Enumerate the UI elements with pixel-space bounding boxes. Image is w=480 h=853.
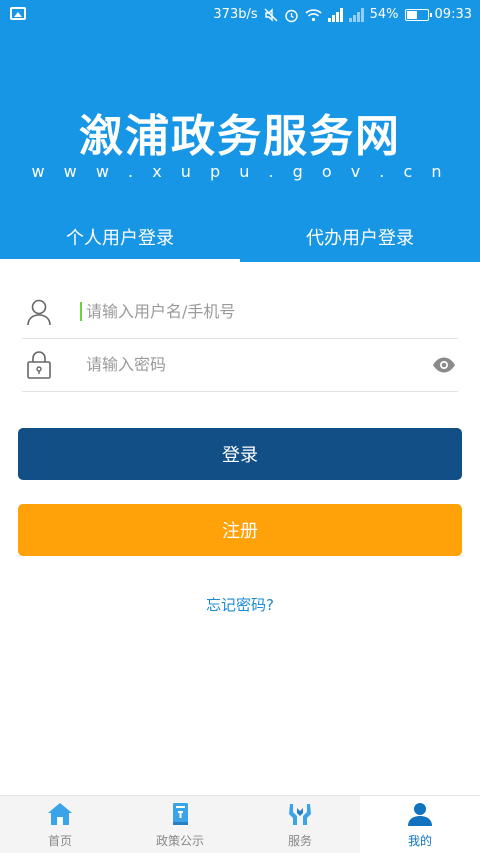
handshake-icon [289, 804, 311, 825]
tab-mine-label: 我的 [407, 834, 432, 848]
home-icon [48, 803, 72, 825]
login-button[interactable]: 登录 [18, 428, 462, 480]
login-type-tabs: 个人用户登录 代办用户登录 [0, 222, 480, 262]
username-row [22, 285, 458, 339]
tab-policy[interactable]: 政策公示 [120, 796, 240, 853]
user-icon [24, 297, 54, 327]
tab-policy-label: 政策公示 [155, 834, 204, 848]
wifi-icon [305, 9, 322, 22]
tab-service-label: 服务 [287, 834, 312, 848]
site-title: 溆浦政务服务网 [79, 111, 401, 162]
status-bar: 373b/s 54% 09:33 [0, 0, 480, 30]
tab-service[interactable]: 服务 [240, 796, 360, 853]
bottom-tab-bar: 首页 政策公示 服务 我的 [0, 795, 480, 853]
password-row [22, 338, 458, 392]
mute-icon [264, 8, 278, 22]
tab-mine[interactable]: 我的 [360, 796, 480, 853]
alarm-icon [284, 9, 298, 22]
tab-home[interactable]: 首页 [0, 796, 120, 853]
battery-percent: 54% [369, 7, 399, 22]
forgot-password-link[interactable]: 忘记密码? [0, 594, 480, 615]
gallery-notification-icon [10, 7, 26, 20]
book-icon [173, 803, 188, 825]
password-input[interactable] [86, 355, 406, 374]
signal-secondary-icon [348, 8, 364, 22]
site-url: w w w . x u p u . g o v . c n [31, 162, 449, 181]
lock-icon [24, 350, 54, 380]
tab-personal-login[interactable]: 个人用户登录 [0, 222, 240, 262]
battery-icon [404, 9, 432, 21]
tab-agent-login[interactable]: 代办用户登录 [240, 222, 480, 262]
show-password-eye-icon[interactable] [432, 353, 456, 377]
register-button[interactable]: 注册 [18, 504, 462, 556]
username-input[interactable] [80, 302, 400, 321]
network-speed: 373b/s [213, 7, 258, 22]
signal-icon [327, 8, 343, 22]
header-banner: 373b/s 54% 09:33 溆浦政务服务网 w w w . x u p u… [0, 0, 480, 262]
tab-home-label: 首页 [47, 834, 72, 848]
user-profile-icon [408, 803, 432, 826]
clock: 09:33 [434, 7, 472, 22]
